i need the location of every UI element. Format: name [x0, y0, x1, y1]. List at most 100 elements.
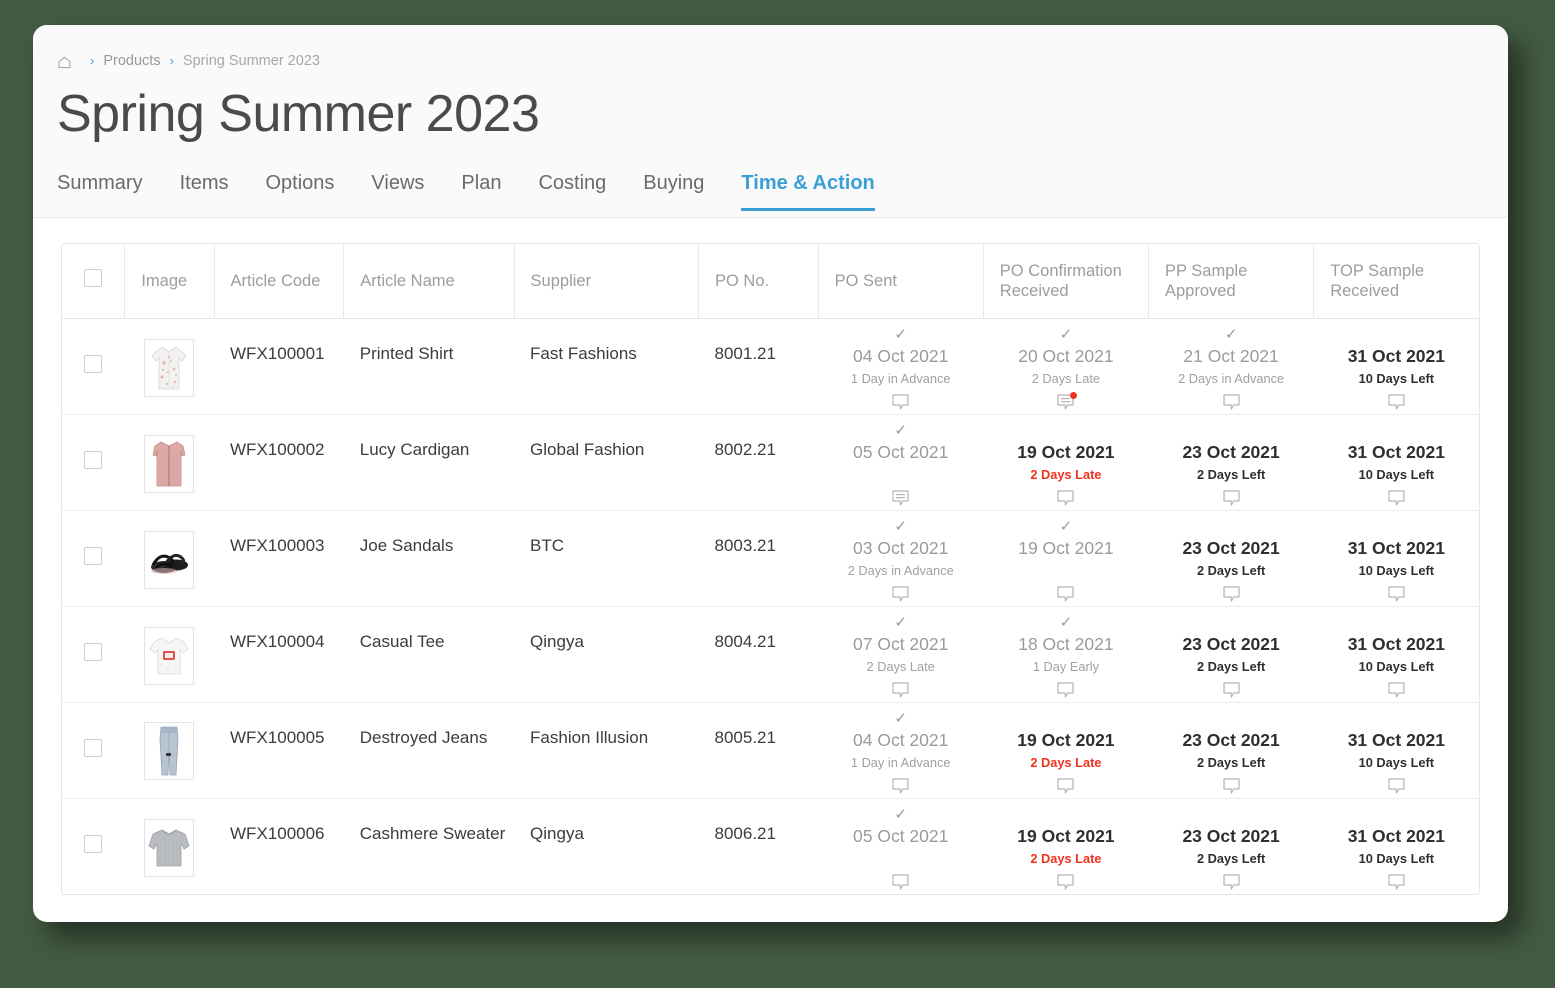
article-name-cell[interactable]: Cashmere Sweater	[344, 798, 514, 894]
article-code-cell[interactable]: WFX100002	[214, 414, 344, 510]
tab-costing[interactable]: Costing	[538, 171, 606, 211]
article-name-cell[interactable]: Casual Tee	[344, 606, 514, 702]
comment-icon[interactable]	[1387, 873, 1406, 891]
comment-icon[interactable]	[1056, 873, 1075, 891]
comment-icon[interactable]	[1056, 777, 1075, 795]
product-thumbnail[interactable]	[144, 722, 195, 780]
milestone-cell[interactable]: ✓ 07 Oct 2021 2 Days Late	[818, 606, 983, 702]
article-code-cell[interactable]: WFX100003	[214, 510, 344, 606]
comment-icon[interactable]	[1222, 873, 1241, 891]
comment-icon[interactable]	[1222, 777, 1241, 795]
milestone-cell[interactable]: ✓ 23 Oct 2021 2 Days Left	[1149, 510, 1314, 606]
milestone-cell[interactable]: ✓ 19 Oct 2021 2 Days Late	[983, 702, 1148, 798]
comment-icon[interactable]	[1056, 489, 1075, 507]
product-thumbnail[interactable]	[144, 627, 195, 685]
select-all-checkbox[interactable]	[84, 269, 102, 288]
table-row[interactable]: WFX100002 Lucy Cardigan Global Fashion 8…	[62, 414, 1479, 510]
tab-plan[interactable]: Plan	[461, 171, 501, 211]
column-header-article-name[interactable]: Article Name	[343, 244, 515, 318]
column-header-top-sample-received[interactable]: TOP Sample Received	[1313, 244, 1479, 318]
row-checkbox[interactable]	[84, 450, 103, 469]
tab-buying[interactable]: Buying	[643, 171, 704, 211]
milestone-cell[interactable]: ✓ 19 Oct 2021 2 Days Late	[983, 414, 1148, 510]
comment-icon[interactable]	[891, 393, 910, 411]
article-code-cell[interactable]: WFX100006	[214, 798, 344, 894]
milestone-cell[interactable]: ✓ 31 Oct 2021 10 Days Left	[1314, 702, 1479, 798]
home-icon[interactable]	[57, 55, 72, 70]
comment-icon[interactable]	[1222, 585, 1241, 603]
tab-options[interactable]: Options	[265, 171, 334, 211]
comment-icon[interactable]	[1387, 777, 1406, 795]
milestone-cell[interactable]: ✓ 31 Oct 2021 10 Days Left	[1314, 606, 1479, 702]
column-header-po-confirmation-received[interactable]: PO Confirmation Received	[983, 244, 1150, 318]
comment-icon[interactable]	[1222, 681, 1241, 699]
row-checkbox[interactable]	[84, 738, 103, 757]
milestone-cell[interactable]: ✓ 19 Oct 2021 2 Days Late	[983, 798, 1148, 894]
table-row[interactable]: WFX100003 Joe Sandals BTC 8003.21 ✓ 03 O…	[62, 510, 1479, 606]
table-row[interactable]: WFX100005 Destroyed Jeans Fashion Illusi…	[62, 702, 1479, 798]
comment-icon[interactable]	[1387, 393, 1406, 411]
milestone-cell[interactable]: ✓ 23 Oct 2021 2 Days Left	[1149, 606, 1314, 702]
comment-icon[interactable]	[1056, 585, 1075, 603]
comment-icon[interactable]	[891, 681, 910, 699]
comment-icon[interactable]	[891, 873, 910, 891]
product-thumbnail[interactable]	[144, 434, 195, 493]
comment-icon[interactable]	[891, 777, 910, 795]
tab-views[interactable]: Views	[371, 171, 424, 211]
comment-icon[interactable]	[1387, 489, 1406, 507]
row-checkbox[interactable]	[84, 642, 103, 661]
milestone-cell[interactable]: ✓ 03 Oct 2021 2 Days in Advance	[818, 510, 983, 606]
comment-icon[interactable]	[1387, 681, 1406, 699]
row-checkbox[interactable]	[84, 354, 103, 373]
article-code-cell[interactable]: WFX100004	[214, 606, 344, 702]
column-header-pp-sample-approved[interactable]: PP Sample Approved	[1148, 244, 1315, 318]
product-thumbnail[interactable]	[144, 819, 195, 877]
milestone-cell[interactable]: ✓ 23 Oct 2021 2 Days Left	[1149, 414, 1314, 510]
article-name-cell[interactable]: Lucy Cardigan	[344, 414, 514, 510]
milestone-complete-icon: ✓	[1059, 325, 1073, 343]
milestone-cell[interactable]: ✓ 05 Oct 2021	[818, 798, 983, 894]
comment-icon[interactable]	[891, 489, 910, 507]
column-header-po-no[interactable]: PO No.	[698, 244, 819, 318]
tab-summary[interactable]: Summary	[57, 171, 143, 211]
article-code-cell[interactable]: WFX100005	[214, 702, 344, 798]
milestone-cell[interactable]: ✓ 05 Oct 2021	[818, 414, 983, 510]
milestone-cell[interactable]: ✓ 31 Oct 2021 10 Days Left	[1314, 318, 1479, 414]
milestone-cell[interactable]: ✓ 23 Oct 2021 2 Days Left	[1149, 798, 1314, 894]
product-thumbnail[interactable]	[144, 338, 195, 397]
tab-items[interactable]: Items	[180, 171, 229, 211]
milestone-cell[interactable]: ✓ 23 Oct 2021 2 Days Left	[1149, 702, 1314, 798]
comment-icon[interactable]	[1056, 391, 1078, 411]
row-checkbox[interactable]	[84, 546, 103, 565]
milestone-cell[interactable]: ✓ 21 Oct 2021 2 Days in Advance	[1149, 318, 1314, 414]
comment-icon[interactable]	[1222, 489, 1241, 507]
column-header-po-sent[interactable]: PO Sent	[818, 244, 984, 318]
column-header-supplier[interactable]: Supplier	[514, 244, 700, 318]
milestone-cell[interactable]: ✓ 31 Oct 2021 10 Days Left	[1314, 798, 1479, 894]
milestone-cell[interactable]: ✓ 31 Oct 2021 10 Days Left	[1314, 414, 1479, 510]
article-name-cell[interactable]: Printed Shirt	[344, 318, 514, 414]
column-header-image[interactable]: Image	[124, 244, 215, 318]
table-row[interactable]: WFX100006 Cashmere Sweater Qingya 8006.2…	[62, 798, 1479, 894]
milestone-cell[interactable]: ✓ 19 Oct 2021	[983, 510, 1148, 606]
comment-icon[interactable]	[1222, 393, 1241, 411]
milestone-cell[interactable]: ✓ 04 Oct 2021 1 Day in Advance	[818, 702, 983, 798]
table-row[interactable]: WFX100001 Printed Shirt Fast Fashions 80…	[62, 318, 1479, 414]
comment-icon[interactable]	[891, 585, 910, 603]
column-header-article-code[interactable]: Article Code	[214, 244, 345, 318]
breadcrumb-item-current[interactable]: Spring Summer 2023	[183, 53, 320, 69]
breadcrumb-item-products[interactable]: Products	[103, 53, 160, 69]
milestone-cell[interactable]: ✓ 20 Oct 2021 2 Days Late	[983, 318, 1148, 414]
comment-icon[interactable]	[1387, 585, 1406, 603]
comment-icon[interactable]	[1056, 681, 1075, 699]
milestone-cell[interactable]: ✓ 18 Oct 2021 1 Day Early	[983, 606, 1148, 702]
milestone-cell[interactable]: ✓ 04 Oct 2021 1 Day in Advance	[818, 318, 983, 414]
article-code-cell[interactable]: WFX100001	[214, 318, 344, 414]
product-thumbnail[interactable]	[144, 531, 195, 589]
row-checkbox[interactable]	[84, 834, 103, 853]
tab-time-and-action[interactable]: Time & Action	[741, 171, 875, 211]
milestone-cell[interactable]: ✓ 31 Oct 2021 10 Days Left	[1314, 510, 1479, 606]
article-name-cell[interactable]: Joe Sandals	[344, 510, 514, 606]
article-name-cell[interactable]: Destroyed Jeans	[344, 702, 514, 798]
table-row[interactable]: WFX100004 Casual Tee Qingya 8004.21 ✓ 07…	[62, 606, 1479, 702]
